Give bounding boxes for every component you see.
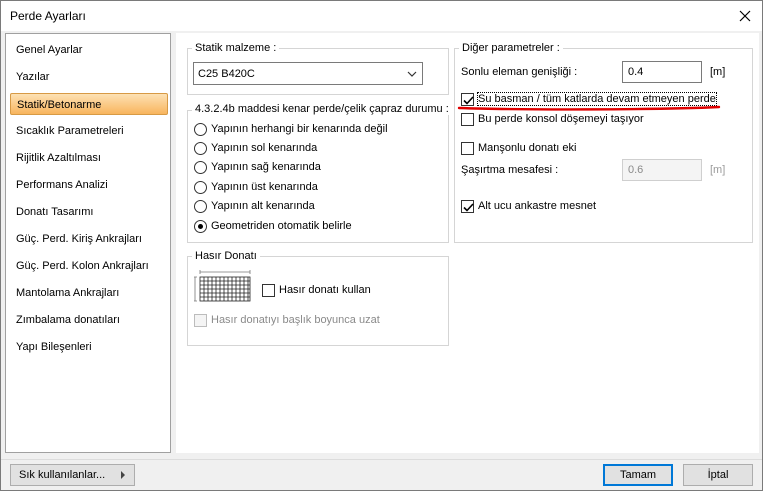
kenar-perde-label: 4.3.2.4b maddesi kenar perde/çelik çapra… bbox=[192, 103, 452, 115]
mesh-reinforcement-icon bbox=[194, 270, 251, 302]
hasir-uzat-label: Hasır donatıyı başlık boyunca uzat bbox=[211, 314, 380, 326]
hasir-uzat-checkbox bbox=[194, 313, 207, 327]
radio-button[interactable] bbox=[194, 199, 207, 213]
radio-label: Yapının üst kenarında bbox=[211, 181, 318, 193]
manson-label: Manşonlu donatı eki bbox=[478, 142, 577, 154]
radio-option-sol[interactable]: Yapının sol kenarında bbox=[194, 140, 317, 156]
sonlu-eleman-label: Sonlu eleman genişliği : bbox=[461, 66, 578, 78]
ankastre-label: Alt ucu ankastre mesnet bbox=[478, 200, 597, 212]
diger-parametreler-label: Diğer parametreler : bbox=[459, 42, 563, 54]
statik-malzeme-label: Statik malzeme : bbox=[192, 42, 280, 54]
chevron-right-icon bbox=[121, 471, 125, 479]
close-icon bbox=[739, 10, 751, 22]
radio-button-selected[interactable] bbox=[194, 219, 207, 233]
radio-option-ust[interactable]: Yapının üst kenarında bbox=[194, 179, 318, 195]
sasirtma-unit: [m] bbox=[710, 164, 726, 176]
ankastre-option[interactable]: Alt ucu ankastre mesnet bbox=[461, 198, 596, 214]
sidebar-item-rijitlik-azaltilmasi[interactable]: Rijitlik Azaltılması bbox=[10, 147, 168, 169]
sasirtma-input: 0.6 bbox=[622, 159, 702, 181]
radio-option-otomatik[interactable]: Geometriden otomatik belirle bbox=[194, 218, 352, 234]
ankastre-checkbox[interactable] bbox=[461, 199, 474, 213]
title-bar: Perde Ayarları bbox=[1, 1, 762, 31]
manson-checkbox[interactable] bbox=[461, 141, 474, 155]
konsol-label: Bu perde konsol döşemeyi taşıyor bbox=[478, 113, 644, 125]
konsol-checkbox[interactable] bbox=[461, 112, 474, 126]
footer-separator bbox=[1, 459, 762, 460]
sidebar-item-performans-analizi[interactable]: Performans Analizi bbox=[10, 174, 168, 196]
hasir-kullan-label: Hasır donatı kullan bbox=[279, 284, 371, 296]
sidebar-item-guc-perd-kiris-ankrajlari[interactable]: Güç. Perd. Kiriş Ankrajları bbox=[10, 228, 168, 250]
radio-button[interactable] bbox=[194, 141, 207, 155]
sidebar-item-zimbalama-donatilari[interactable]: Zımbalama donatıları bbox=[10, 309, 168, 331]
dialog-window: Perde Ayarları Genel Ayarlar Yazılar Sta… bbox=[0, 0, 763, 491]
konsol-option[interactable]: Bu perde konsol döşemeyi taşıyor bbox=[461, 111, 644, 127]
sidebar-item-sicaklik-parametreleri[interactable]: Sıcaklık Parametreleri bbox=[10, 120, 168, 142]
favorites-label: Sık kullanılanlar... bbox=[19, 469, 106, 481]
checkmark-icon bbox=[463, 202, 474, 212]
close-button[interactable] bbox=[728, 1, 762, 31]
radio-option-alt[interactable]: Yapının alt kenarında bbox=[194, 198, 315, 214]
radio-button[interactable] bbox=[194, 122, 207, 136]
sidebar-item-donati-tasarimi[interactable]: Donatı Tasarımı bbox=[10, 201, 168, 223]
sidebar-item-mantolama-ankrajlari[interactable]: Mantolama Ankrajları bbox=[10, 282, 168, 304]
radio-button[interactable] bbox=[194, 160, 207, 174]
statik-malzeme-select[interactable]: C25 B420C bbox=[193, 62, 423, 85]
ok-button[interactable]: Tamam bbox=[603, 464, 673, 486]
sasirtma-label: Şaşırtma mesafesi : bbox=[461, 164, 559, 176]
window-title: Perde Ayarları bbox=[10, 9, 86, 23]
sonlu-eleman-unit: [m] bbox=[710, 66, 726, 78]
radio-label: Yapının alt kenarında bbox=[211, 200, 315, 212]
cancel-button[interactable]: İptal bbox=[683, 464, 753, 486]
sidebar-item-guc-perd-kolon-ankrajlari[interactable]: Güç. Perd. Kolon Ankrajları bbox=[10, 255, 168, 277]
sidebar-item-statik-betonarme[interactable]: Statik/Betonarme bbox=[10, 93, 168, 115]
hasir-kullan-checkbox[interactable] bbox=[262, 283, 275, 297]
favorites-button[interactable]: Sık kullanılanlar... bbox=[10, 464, 135, 486]
sonlu-eleman-input[interactable]: 0.4 bbox=[622, 61, 702, 83]
chevron-down-icon bbox=[407, 71, 417, 77]
hasir-kullan-option[interactable]: Hasır donatı kullan bbox=[262, 282, 371, 298]
statik-malzeme-value: C25 B420C bbox=[198, 68, 255, 80]
manson-option[interactable]: Manşonlu donatı eki bbox=[461, 140, 576, 156]
sidebar-item-yapi-bilesenleri[interactable]: Yapı Bileşenleri bbox=[10, 336, 168, 358]
radio-option-sag[interactable]: Yapının sağ kenarında bbox=[194, 159, 321, 175]
settings-category-list: Genel Ayarlar Yazılar Statik/Betonarme S… bbox=[5, 33, 171, 453]
hasir-uzat-option: Hasır donatıyı başlık boyunca uzat bbox=[194, 312, 380, 328]
radio-label: Yapının sol kenarında bbox=[211, 142, 318, 154]
radio-button[interactable] bbox=[194, 180, 207, 194]
radio-label: Yapının herhangi bir kenarında değil bbox=[211, 123, 388, 135]
radio-label: Yapının sağ kenarında bbox=[211, 161, 321, 173]
sidebar-item-yazilar[interactable]: Yazılar bbox=[10, 66, 168, 88]
sidebar-item-genel-ayarlar[interactable]: Genel Ayarlar bbox=[10, 39, 168, 61]
radio-option-herhangi[interactable]: Yapının herhangi bir kenarında değil bbox=[194, 121, 388, 137]
radio-label: Geometriden otomatik belirle bbox=[211, 220, 352, 232]
hasir-donati-label: Hasır Donatı bbox=[192, 250, 260, 262]
